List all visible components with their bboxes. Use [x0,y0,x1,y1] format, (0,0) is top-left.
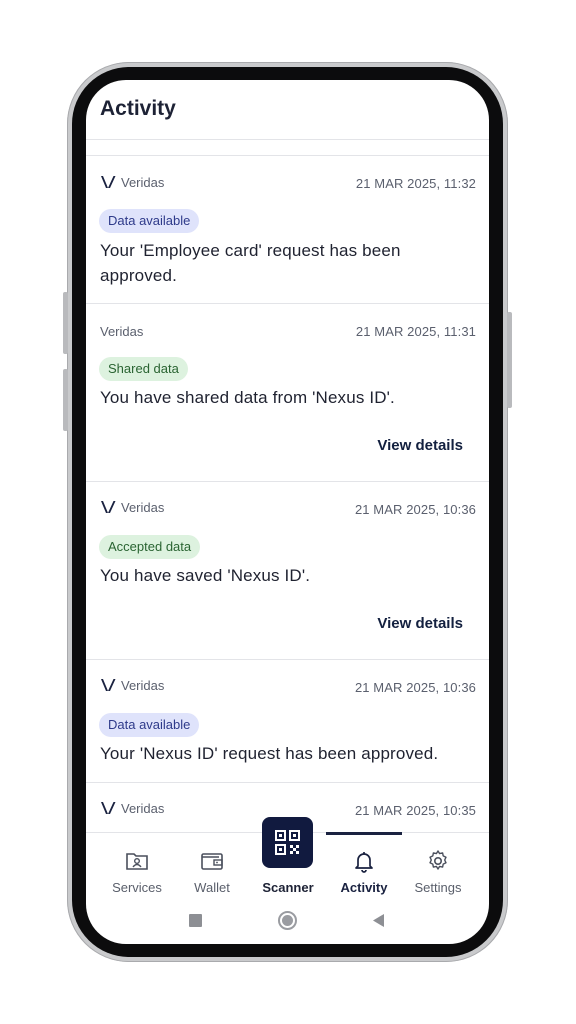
scanner-button[interactable] [262,817,313,868]
home-circle-inner [282,915,293,926]
qr-code-icon [275,830,300,855]
volume-up-button [63,292,68,354]
message-line: approved. [100,266,177,285]
activity-message: Your 'Employee card' request has been ap… [100,238,401,288]
nav-item-activity[interactable]: Activity [326,833,402,901]
back-triangle-icon[interactable] [372,913,385,928]
nav-label: Services [112,880,162,895]
nav-label: Scanner [262,880,314,895]
wallet-icon [201,853,223,870]
activity-message: You have saved 'Nexus ID'. [100,566,311,585]
feed-divider [86,140,489,156]
nav-label: Settings [414,880,462,895]
nav-item-services[interactable]: Services [99,833,175,901]
home-circle-icon[interactable] [278,911,297,930]
nav-item-settings[interactable]: Settings [400,833,476,901]
phone-screen: Activity Veridas 21 MAR 2025, 11:32 Data… [86,80,489,944]
bell-icon [355,852,373,873]
veridas-logo-icon [101,679,116,691]
veridas-logo-icon [101,176,116,188]
services-folder-icon [126,853,148,870]
issuer: Veridas [100,800,164,816]
veridas-logo-icon [101,802,116,814]
activity-message: Your 'Nexus ID' request has been approve… [100,744,439,763]
activity-card[interactable]: Veridas 21 MAR 2025, 10:36 Data availabl… [86,660,489,783]
veridas-logo-icon [101,501,116,513]
nav-item-wallet[interactable]: Wallet [174,833,250,901]
timestamp: 21 MAR 2025, 10:35 [354,803,476,818]
issuer-name: Veridas [121,499,165,515]
issuer-name: Veridas [121,800,165,816]
activity-feed[interactable]: Veridas 21 MAR 2025, 11:32 Data availabl… [86,140,489,832]
status-badge: Shared data [99,357,188,381]
timestamp: 21 MAR 2025, 10:36 [354,680,476,695]
activity-card[interactable]: Veridas 21 MAR 2025, 11:31 Shared data Y… [86,304,489,482]
nav-label: Activity [340,880,388,895]
message-line: Your 'Employee card' request has been [100,241,401,260]
issuer: Veridas [100,324,143,339]
recents-square-icon[interactable] [189,914,202,927]
issuer: Veridas [100,499,164,515]
status-badge: Accepted data [99,535,201,559]
timestamp: 21 MAR 2025, 11:32 [355,176,476,191]
nav-label: Wallet [194,880,230,895]
status-badge: Data available [99,209,200,233]
view-details-link[interactable]: View details [377,615,463,632]
power-button [507,312,512,408]
timestamp: 21 MAR 2025, 10:36 [354,502,476,517]
page-title: Activity [100,97,176,120]
view-details-link[interactable]: View details [377,437,463,454]
status-badge: Data available [99,713,200,737]
timestamp: 21 MAR 2025, 11:31 [355,324,476,339]
system-navigation-bar [86,900,489,944]
volume-down-button [63,369,68,431]
issuer-name: Veridas [121,174,165,190]
app-header: Activity [86,80,489,140]
issuer-name: Veridas [100,324,144,339]
activity-card[interactable]: Veridas 21 MAR 2025, 11:32 Data availabl… [86,156,489,304]
activity-card[interactable]: Veridas 21 MAR 2025, 10:36 Accepted data… [86,482,489,660]
activity-message: You have shared data from 'Nexus ID'. [100,388,395,407]
issuer-name: Veridas [121,677,165,693]
issuer: Veridas [100,174,164,190]
gear-icon [429,850,447,870]
issuer: Veridas [100,677,164,693]
